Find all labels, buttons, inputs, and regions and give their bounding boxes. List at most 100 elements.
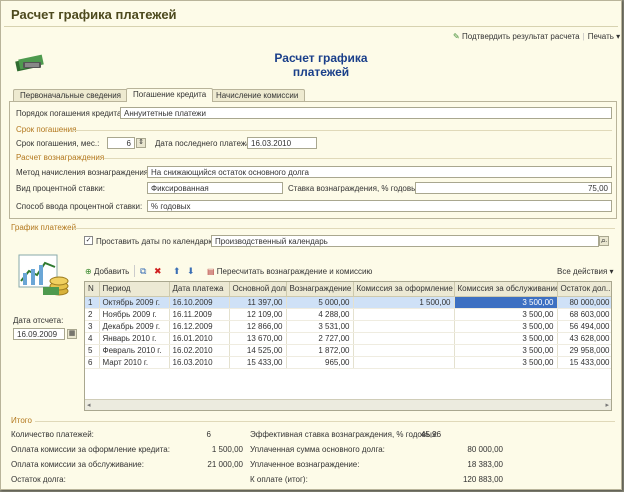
last-payment-field[interactable]: 16.03.2010 [247, 137, 317, 149]
column-header[interactable]: Комиссия за обслуживание [454, 282, 558, 297]
row-principal: 14 525,00 [229, 344, 287, 357]
row-principal: 13 670,00 [229, 332, 287, 345]
row-reward: 2 727,00 [286, 332, 354, 345]
calendar-checkbox[interactable]: ✓ [84, 236, 93, 245]
report-date-field[interactable]: 16.09.2009 [13, 328, 65, 340]
column-header[interactable]: Дата платежа [169, 282, 230, 297]
row-reward: 1 872,00 [286, 344, 354, 357]
column-header[interactable]: Период [99, 282, 170, 297]
column-header[interactable]: Вознаграждение [286, 282, 354, 297]
tab-initial-info-label: Первоначальные сведения [20, 91, 122, 100]
move-down-icon[interactable]: ⬇ [187, 266, 195, 277]
paid-reward-value: 18 383,00 [467, 460, 503, 469]
row-fee-setup [353, 356, 455, 369]
title-divider [4, 26, 618, 27]
search-icon[interactable]: ⌕ [601, 235, 606, 246]
print-menu-button[interactable]: Печать ▾ [588, 32, 620, 41]
calendar-field[interactable]: Производственный календарь [211, 235, 599, 247]
delete-icon[interactable]: ✖ [154, 266, 162, 277]
row-balance: 29 958,000 [557, 344, 611, 357]
row-fee-service: 3 500,00 [454, 308, 558, 321]
row-period: Ноябрь 2009 г. [99, 308, 170, 321]
calendar-picker-button[interactable]: ▦ [67, 329, 77, 339]
row-balance: 68 603,000 [557, 308, 611, 321]
rate-field[interactable]: 75,00 [415, 182, 612, 194]
recalc-button[interactable]: ▤ Пересчитать вознаграждение и комиссию [207, 267, 372, 276]
recalc-label: Пересчитать вознаграждение и комиссию [216, 267, 373, 276]
paid-principal-label: Уплаченная сумма основного долга: [250, 445, 385, 454]
row-balance: 56 494,000 [557, 320, 611, 333]
row-balance: 43 628,000 [557, 332, 611, 345]
print-label: Печать [587, 32, 614, 41]
method-label: Метод начисления вознаграждения: [16, 168, 151, 177]
schedule-table[interactable]: N Период Дата платежа Основной долг Возн… [84, 281, 612, 411]
fee-service-value: 21 000,00 [207, 460, 243, 469]
row-principal: 15 433,00 [229, 356, 287, 369]
row-number: 3 [85, 320, 100, 333]
to-pay-value: 120 883,00 [462, 475, 503, 484]
all-actions-menu[interactable]: Все действия ▾ [557, 267, 614, 276]
column-header[interactable]: Остаток дол... [557, 282, 611, 297]
row-number: 4 [85, 332, 100, 345]
table-row[interactable]: 1 Октябрь 2009 г. 16.10.2009 11 397,00 5… [85, 296, 611, 309]
row-reward: 965,00 [286, 356, 354, 369]
table-row[interactable]: 5 Февраль 2010 г. 16.02.2010 14 525,00 1… [85, 344, 611, 357]
row-fee-service: 3 500,00 [454, 320, 558, 333]
count-label: Количество платежей: [11, 430, 94, 439]
scroll-right-icon[interactable]: ▸ [605, 401, 609, 409]
rate-label: Ставка вознаграждения, % годовых: [288, 184, 424, 193]
page-title: Расчет графика платежей [251, 51, 391, 79]
checkmark-icon: ✓ [85, 237, 92, 244]
move-up-icon[interactable]: ⬆ [173, 266, 181, 277]
table-row[interactable]: 4 Январь 2010 г. 16.01.2010 13 670,00 2 … [85, 332, 611, 345]
row-number: 1 [85, 296, 100, 309]
add-label: Добавить [93, 267, 130, 276]
calendar-icon: ▦ [68, 330, 76, 337]
row-reward: 4 288,00 [286, 308, 354, 321]
rate-type-field[interactable]: Фиксированная [147, 182, 283, 194]
method-field[interactable]: На снижающийся остаток основного долга [147, 166, 612, 178]
table-header-row: N Период Дата платежа Основной долг Возн… [85, 282, 611, 297]
row-period: Декабрь 2009 г. [99, 320, 170, 333]
term-field[interactable]: 6 [107, 137, 135, 149]
all-actions-label: Все действия [557, 267, 608, 276]
row-fee-setup [353, 332, 455, 345]
column-header[interactable]: Основной долг [229, 282, 287, 297]
fee-service-label: Оплата комиссии за обслуживание: [11, 460, 144, 469]
row-date: 16.01.2010 [169, 332, 230, 345]
row-fee-setup: 1 500,00 [353, 296, 455, 309]
input-method-field[interactable]: % годовых [147, 200, 612, 212]
copy-icon[interactable]: ⧉ [140, 266, 146, 277]
table-row[interactable]: 2 Ноябрь 2009 г. 16.11.2009 12 109,00 4 … [85, 308, 611, 321]
row-fee-service[interactable]: 3 500,00 [454, 296, 558, 309]
confirm-button[interactable]: ✎ Подтвердить результат расчета [453, 32, 580, 41]
row-principal: 12 866,00 [229, 320, 287, 333]
confirm-icon: ✎ [453, 32, 460, 41]
rate-type-label: Вид процентной ставки: [16, 184, 105, 193]
term-stepper[interactable]: ⇕ [136, 138, 146, 148]
report-date-label: Дата отсчета: [13, 316, 64, 325]
row-date: 16.12.2009 [169, 320, 230, 333]
row-reward: 3 531,00 [286, 320, 354, 333]
add-button[interactable]: ⊕ Добавить [85, 267, 129, 276]
column-header[interactable]: Комиссия за оформление [353, 282, 455, 297]
tab-repayment-label: Погашение кредита [133, 90, 207, 99]
recalc-icon: ▤ [207, 267, 215, 276]
table-row[interactable]: 3 Декабрь 2009 г. 16.12.2009 12 866,00 3… [85, 320, 611, 333]
row-date: 16.11.2009 [169, 308, 230, 321]
row-period: Октябрь 2009 г. [99, 296, 170, 309]
horizontal-scrollbar[interactable]: ◂ ▸ [85, 399, 611, 410]
row-period: Март 2010 г. [99, 356, 170, 369]
scroll-left-icon[interactable]: ◂ [87, 401, 91, 409]
tab-repayment[interactable]: Погашение кредита [126, 88, 214, 102]
reward-section-line [104, 158, 612, 159]
row-fee-service: 3 500,00 [454, 332, 558, 345]
money-logo-icon [15, 54, 44, 72]
paid-reward-label: Уплаченное вознаграждение: [250, 460, 360, 469]
toolbar-separator [134, 265, 135, 277]
table-row[interactable]: 6 Март 2010 г. 16.03.2010 15 433,00 965,… [85, 356, 611, 369]
eff-rate-label: Эффективная ставка вознаграждения, % год… [250, 430, 439, 439]
order-field[interactable]: Аннуитетные платежи [120, 107, 612, 119]
column-header[interactable]: N [85, 282, 100, 297]
row-fee-setup [353, 320, 455, 333]
